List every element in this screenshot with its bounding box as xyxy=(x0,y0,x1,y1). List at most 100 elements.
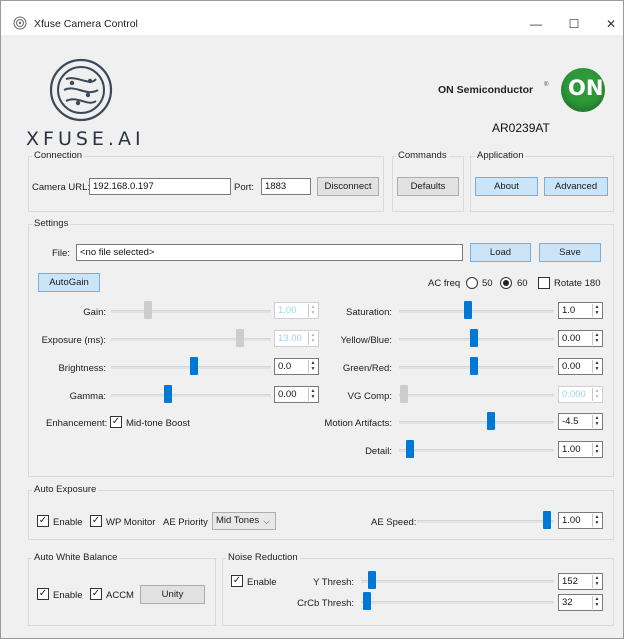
gain-label: Gain: xyxy=(83,307,106,318)
close-button[interactable]: ✕ xyxy=(601,18,621,32)
enhancement-label: Enhancement: xyxy=(46,418,108,429)
vg-comp-slider-thumb[interactable] xyxy=(400,385,409,403)
y-thresh-label: Y Thresh: xyxy=(313,577,354,588)
ae-speed-slider-thumb[interactable] xyxy=(543,511,552,529)
motion-artifacts-slider-thumb[interactable] xyxy=(487,412,496,430)
title-bar[interactable]: Xfuse Camera Control — ☐ ✕ xyxy=(1,1,623,35)
saturation-value: 1.0 xyxy=(562,305,576,316)
exposure-slider-track[interactable] xyxy=(111,338,271,341)
spin-arrows-icon[interactable]: ▲ ▼ xyxy=(592,388,601,401)
spin-arrows-icon[interactable]: ▲ ▼ xyxy=(592,415,601,428)
auto-exposure-group xyxy=(28,490,614,540)
motion-artifacts-value: -4.5 xyxy=(562,416,579,427)
exposure-label: Exposure (ms): xyxy=(41,335,106,346)
ae-enable-label: Enable xyxy=(53,517,83,528)
midtone-boost-checkbox[interactable]: ✓ xyxy=(110,416,122,428)
saturation-slider-thumb[interactable] xyxy=(463,301,472,319)
spin-arrows-icon[interactable]: ▲ ▼ xyxy=(592,575,601,588)
green-red-label: Green/Red: xyxy=(342,363,392,374)
yellow-blue-spinbox[interactable]: 0.00 ▲ ▼ xyxy=(558,330,603,347)
green-red-value: 0.00 xyxy=(562,361,581,372)
gamma-slider-thumb[interactable] xyxy=(164,385,173,403)
settings-title: Settings xyxy=(32,218,71,229)
saturation-label: Saturation: xyxy=(346,307,392,318)
saturation-slider-track[interactable] xyxy=(399,310,554,313)
detail-value: 1.00 xyxy=(562,444,581,455)
crcb-thresh-slider-thumb[interactable] xyxy=(362,592,371,610)
detail-slider-thumb[interactable] xyxy=(406,440,415,458)
vg-comp-label: VG Comp: xyxy=(347,391,392,402)
freq-60-label: 60 xyxy=(517,278,528,289)
spin-arrows-icon[interactable]: ▲ ▼ xyxy=(592,596,601,609)
about-button[interactable]: About xyxy=(475,177,538,196)
file-path-input[interactable]: <no file selected> xyxy=(76,244,463,261)
y-thresh-slider-track[interactable] xyxy=(361,580,554,583)
ae-priority-dropdown[interactable]: Mid Tones ⌵ xyxy=(212,512,276,530)
minimize-button[interactable]: — xyxy=(526,18,546,32)
yellow-blue-label: Yellow/Blue: xyxy=(340,335,392,346)
freq-60-radio[interactable] xyxy=(500,277,512,289)
nr-enable-checkbox[interactable]: ✓ xyxy=(231,575,243,587)
ae-enable-checkbox[interactable]: ✓ xyxy=(37,515,49,527)
spin-arrows-icon[interactable]: ▲ ▼ xyxy=(592,332,601,345)
spin-arrows-icon[interactable]: ▲ ▼ xyxy=(592,304,601,317)
disconnect-button[interactable]: Disconnect xyxy=(317,177,379,196)
save-button[interactable]: Save xyxy=(539,243,601,262)
crcb-thresh-slider-track[interactable] xyxy=(361,601,554,604)
ae-speed-spinbox[interactable]: 1.00 ▲ ▼ xyxy=(558,512,603,529)
rotate-180-label: Rotate 180 xyxy=(554,278,601,289)
connection-title: Connection xyxy=(32,150,85,161)
port-input[interactable]: 1883 xyxy=(261,178,311,195)
freq-50-radio[interactable] xyxy=(466,277,478,289)
chevron-down-icon: ⌵ xyxy=(263,516,270,526)
maximize-button[interactable]: ☐ xyxy=(564,18,584,32)
spin-arrows-icon[interactable]: ▲ ▼ xyxy=(592,443,601,456)
exposure-slider-thumb[interactable] xyxy=(235,329,244,347)
gain-value: 1.00 xyxy=(278,305,297,316)
y-thresh-spinbox[interactable]: 152 ▲ ▼ xyxy=(558,573,603,590)
defaults-button[interactable]: Defaults xyxy=(397,177,459,196)
camera-url-input[interactable]: 192.168.0.197 xyxy=(89,178,231,195)
brightness-slider-thumb[interactable] xyxy=(190,357,199,375)
spin-arrows-icon[interactable]: ▲ ▼ xyxy=(592,514,601,527)
awb-title: Auto White Balance xyxy=(32,552,120,563)
crcb-thresh-spinbox[interactable]: 32 ▲ ▼ xyxy=(558,594,603,611)
crcb-thresh-label: CrCb Thresh: xyxy=(297,598,354,609)
detail-slider-track[interactable] xyxy=(399,449,554,452)
green-red-slider-thumb[interactable] xyxy=(469,357,478,375)
yellow-blue-slider-thumb[interactable] xyxy=(469,329,478,347)
y-thresh-value: 152 xyxy=(562,576,578,587)
on-logo-text: ON xyxy=(568,76,604,100)
gain-slider-track[interactable] xyxy=(111,310,271,313)
spin-arrows-icon[interactable]: ▲ ▼ xyxy=(592,360,601,373)
ae-speed-slider-track[interactable] xyxy=(417,520,554,523)
noise-reduction-title: Noise Reduction xyxy=(226,552,300,563)
saturation-spinbox[interactable]: 1.0 ▲ ▼ xyxy=(558,302,603,319)
rotate-180-checkbox[interactable] xyxy=(538,277,550,289)
camera-url-label: Camera URL: xyxy=(32,182,91,193)
gamma-slider-track[interactable] xyxy=(111,394,271,397)
y-thresh-slider-thumb[interactable] xyxy=(368,571,377,589)
unity-button[interactable]: Unity xyxy=(140,585,205,604)
motion-artifacts-slider-track[interactable] xyxy=(399,421,554,424)
awb-enable-checkbox[interactable]: ✓ xyxy=(37,588,49,600)
detail-label: Detail: xyxy=(365,446,392,457)
autogain-button[interactable]: AutoGain xyxy=(38,273,100,292)
vg-comp-spinbox[interactable]: 0.000 ▲ ▼ xyxy=(558,386,603,403)
vg-comp-slider-track[interactable] xyxy=(399,394,554,397)
vg-comp-value: 0.000 xyxy=(562,389,586,400)
registered-mark: ® xyxy=(544,82,549,88)
wp-monitor-checkbox[interactable]: ✓ xyxy=(90,515,102,527)
motion-artifacts-spinbox[interactable]: -4.5 ▲ ▼ xyxy=(558,413,603,430)
load-button[interactable]: Load xyxy=(470,243,531,262)
gamma-value: 0.00 xyxy=(278,389,297,400)
gamma-label: Gamma: xyxy=(69,391,106,402)
green-red-spinbox[interactable]: 0.00 ▲ ▼ xyxy=(558,358,603,375)
advanced-button[interactable]: Advanced xyxy=(544,177,608,196)
gain-slider-thumb[interactable] xyxy=(144,301,153,319)
accm-checkbox[interactable]: ✓ xyxy=(90,588,102,600)
midtone-boost-label: Mid-tone Boost xyxy=(126,418,190,429)
detail-spinbox[interactable]: 1.00 ▲ ▼ xyxy=(558,441,603,458)
window-title: Xfuse Camera Control xyxy=(34,18,138,30)
auto-exposure-title: Auto Exposure xyxy=(32,484,99,495)
